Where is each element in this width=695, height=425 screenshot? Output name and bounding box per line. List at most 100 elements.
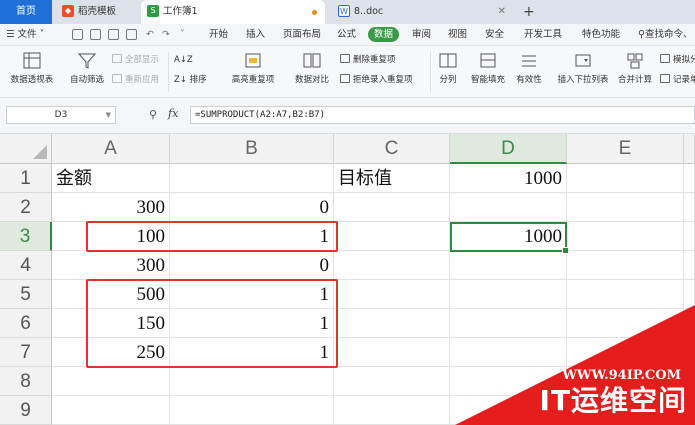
row-header-3[interactable]: 3: [0, 222, 52, 251]
select-all-corner[interactable]: [0, 134, 52, 164]
menu-item-formula[interactable]: 公式: [337, 24, 356, 46]
row-header-7[interactable]: 7: [0, 338, 52, 367]
cell-c8[interactable]: [334, 367, 450, 396]
menu-item-security[interactable]: 安全: [485, 24, 504, 46]
data-compare-button[interactable]: 数据对比: [286, 52, 338, 85]
cell-e1[interactable]: [567, 164, 684, 193]
formula-input[interactable]: =SUMPRODUCT(A2:A7,B2:B7): [190, 106, 695, 124]
autofilter-button[interactable]: 自动筛选: [66, 52, 108, 85]
column-header-e[interactable]: E: [567, 134, 684, 164]
row-header-4[interactable]: 4: [0, 251, 52, 280]
cell-b4[interactable]: 0: [170, 251, 334, 280]
new-tab-button[interactable]: +: [523, 0, 535, 24]
column-header-d[interactable]: D: [450, 134, 567, 164]
row-header-9[interactable]: 9: [0, 396, 52, 425]
menu-item-insert[interactable]: 插入: [246, 24, 265, 46]
chevron-down-icon[interactable]: ▼: [106, 107, 111, 123]
cell-b2[interactable]: 0: [170, 193, 334, 222]
column-header-f[interactable]: [684, 134, 695, 164]
cell-f1[interactable]: [684, 164, 695, 193]
menu-item-review[interactable]: 审阅: [412, 24, 431, 46]
insert-dropdown-button[interactable]: 插入下拉列表: [554, 52, 612, 85]
show-all-button[interactable]: 全部显示: [112, 53, 159, 67]
cell-e3[interactable]: [567, 222, 684, 251]
cell-d2[interactable]: [450, 193, 567, 222]
cell-d1[interactable]: 1000: [450, 164, 567, 193]
cell-c4[interactable]: [334, 251, 450, 280]
menu-item-start[interactable]: 开始: [209, 24, 228, 46]
column-header-b[interactable]: B: [170, 134, 334, 164]
undo-icon[interactable]: ↶: [146, 24, 154, 46]
remove-duplicates-button[interactable]: 删除重复项: [340, 53, 396, 67]
pivot-table-icon: [22, 52, 42, 70]
simulate-label: 模拟分: [673, 55, 695, 65]
menu-item-developer[interactable]: 开发工具: [524, 24, 562, 46]
cell-f2[interactable]: [684, 193, 695, 222]
command-search[interactable]: ⚲查找命令、: [638, 24, 692, 46]
row-header-8[interactable]: 8: [0, 367, 52, 396]
menu-item-page-layout[interactable]: 页面布局: [283, 24, 321, 46]
tab-workbook[interactable]: S 工作簿1: [141, 0, 325, 24]
name-box[interactable]: D3 ▼: [6, 106, 116, 124]
menu-item-special[interactable]: 特色功能: [582, 24, 620, 46]
reject-duplicates-button[interactable]: 拒绝录入重复项: [340, 73, 413, 87]
export-icon[interactable]: [90, 29, 101, 40]
cell-f3[interactable]: [684, 222, 695, 251]
cell-b9[interactable]: [170, 396, 334, 425]
sort-ascending-icon[interactable]: A↓Z: [174, 53, 193, 67]
validity-button[interactable]: 有效性: [512, 52, 546, 85]
close-tab-icon[interactable]: ✕: [498, 0, 506, 24]
file-menu[interactable]: ☰ 文件 ˅: [6, 24, 44, 46]
menu-item-view[interactable]: 视图: [448, 24, 467, 46]
redo-icon[interactable]: ↷: [162, 24, 170, 46]
cell-e4[interactable]: [567, 251, 684, 280]
print-preview-icon[interactable]: [126, 29, 137, 40]
cell-e2[interactable]: [567, 193, 684, 222]
ribbon-divider: [430, 52, 431, 92]
cell-c6[interactable]: [334, 309, 450, 338]
reapply-button[interactable]: 重新应用: [112, 73, 159, 87]
record-form-icon: [660, 74, 670, 83]
consolidate-button[interactable]: 合并计算: [616, 52, 654, 85]
search-icon: ⚲: [638, 29, 645, 40]
cell-a9[interactable]: [52, 396, 170, 425]
highlight-duplicates-button[interactable]: 高亮重复项: [226, 52, 280, 85]
menu-item-data[interactable]: 数据: [368, 27, 400, 42]
chevron-down-icon: ˅: [36, 29, 45, 40]
tab-templates[interactable]: ◆ 稻壳模板: [56, 0, 138, 24]
sort-button[interactable]: Z↓ 排序: [174, 73, 207, 87]
cell-d4[interactable]: [450, 251, 567, 280]
simulate-button[interactable]: 模拟分: [660, 53, 695, 67]
cell-b8[interactable]: [170, 367, 334, 396]
record-form-button[interactable]: 记录单: [660, 73, 695, 87]
cell-c1[interactable]: 目标值: [334, 164, 450, 193]
row-header-6[interactable]: 6: [0, 309, 52, 338]
row-header-2[interactable]: 2: [0, 193, 52, 222]
cell-f4[interactable]: [684, 251, 695, 280]
print-icon[interactable]: [108, 29, 119, 40]
row-header-5[interactable]: 5: [0, 280, 52, 309]
cell-a4[interactable]: 300: [52, 251, 170, 280]
cell-c9[interactable]: [334, 396, 450, 425]
cell-c5[interactable]: [334, 280, 450, 309]
cell-a8[interactable]: [52, 367, 170, 396]
tab-doc[interactable]: W 8..doc ✕: [332, 0, 512, 24]
home-tab[interactable]: 首页: [0, 0, 52, 24]
cell-a2[interactable]: 300: [52, 193, 170, 222]
row-header-1[interactable]: 1: [0, 164, 52, 193]
cell-c3[interactable]: [334, 222, 450, 251]
smart-fill-button[interactable]: 智能填充: [468, 52, 508, 85]
column-header-a[interactable]: A: [52, 134, 170, 164]
cell-b1[interactable]: [170, 164, 334, 193]
split-column-button[interactable]: 分列: [434, 52, 462, 85]
pivot-table-button[interactable]: 数据透视表: [8, 52, 56, 85]
cell-a1[interactable]: 金额: [52, 164, 170, 193]
cell-c2[interactable]: [334, 193, 450, 222]
fx-icon[interactable]: fx: [168, 107, 178, 120]
column-header-c[interactable]: C: [334, 134, 450, 164]
zoom-lookup-icon[interactable]: ⚲: [149, 108, 157, 121]
more-chevron-icon[interactable]: ˅: [180, 24, 185, 46]
active-cell-selection[interactable]: [450, 222, 569, 254]
save-icon[interactable]: [72, 29, 83, 40]
cell-c7[interactable]: [334, 338, 450, 367]
